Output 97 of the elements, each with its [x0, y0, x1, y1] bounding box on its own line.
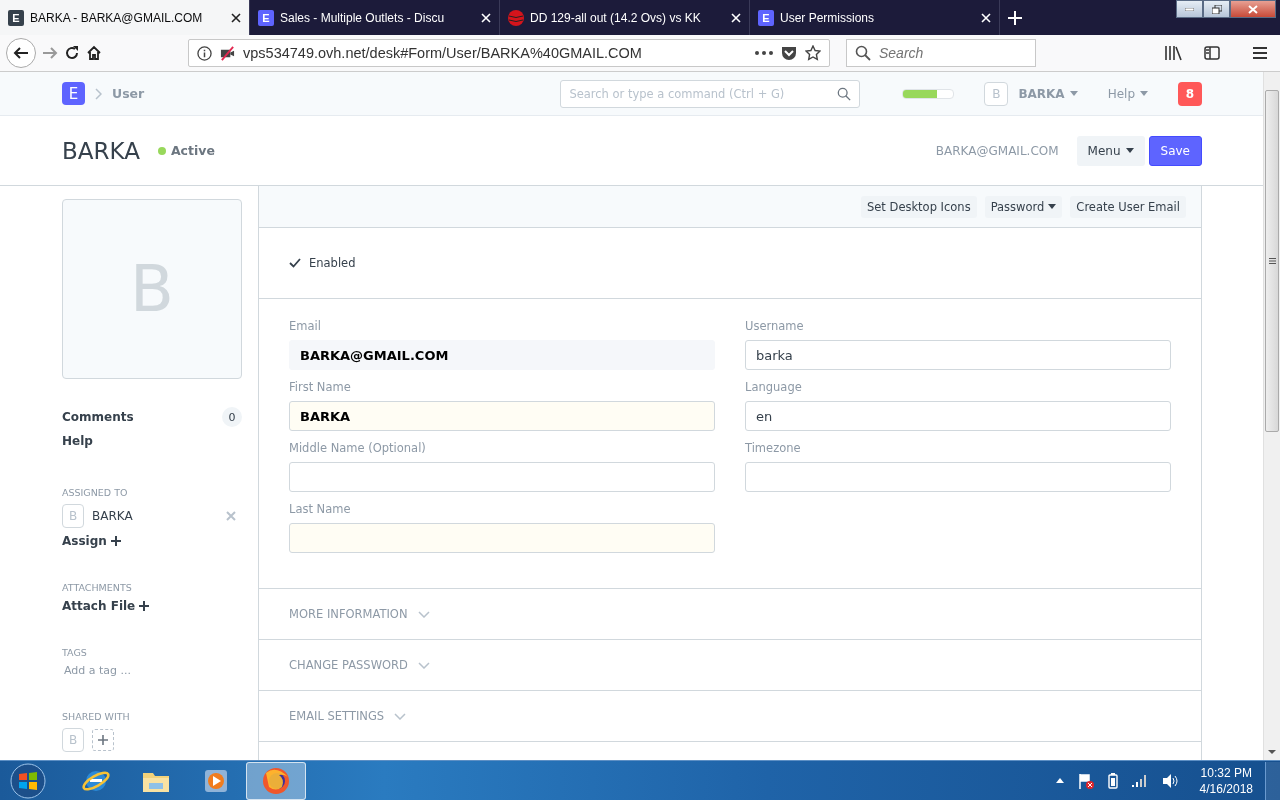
- menu-button[interactable]: Menu: [1076, 135, 1145, 166]
- time-text: 10:32 PM: [1200, 764, 1252, 781]
- chevron-down-icon: [417, 610, 430, 618]
- field-label: First Name: [289, 380, 352, 394]
- search-icon: [855, 45, 871, 61]
- user-email: BARKA@GMAIL.COM: [935, 143, 1059, 158]
- field-label: Username: [745, 319, 805, 333]
- show-desktop-button[interactable]: [1265, 761, 1280, 800]
- add-share-button[interactable]: [92, 729, 114, 751]
- caret-icon: [1125, 148, 1134, 153]
- address-bar[interactable]: vps534749.ovh.net/desk#Form/User/BARKA%40GMAIL.COM: [188, 39, 830, 67]
- menu-icon[interactable]: [1252, 46, 1268, 60]
- down-arrow-icon: [1268, 750, 1276, 754]
- favicon: E: [258, 9, 274, 26]
- chevron-down-icon: [394, 712, 407, 720]
- tab-title: DD 129-all out (14.2 Ovs) vs KK: [530, 10, 702, 25]
- page-title: BARKA: [62, 137, 140, 164]
- more-icon[interactable]: [755, 51, 773, 55]
- reload-icon[interactable]: [64, 45, 80, 61]
- minimize-icon: [1185, 7, 1194, 11]
- app-logo[interactable]: E: [62, 82, 85, 105]
- sidebar-link[interactable]: Help: [62, 434, 93, 448]
- plus-icon: [139, 601, 150, 611]
- caret-icon: [1048, 204, 1057, 209]
- field-label: Email: [289, 319, 322, 333]
- date-text: 4/16/2018: [1199, 780, 1253, 797]
- close-icon[interactable]: [231, 12, 241, 23]
- field-label: Timezone: [745, 441, 802, 455]
- url-text: vps534749.ovh.net/desk#Form/User/BARKA%40GMAIL.COM: [243, 45, 643, 61]
- restore-icon: [1211, 4, 1222, 14]
- minimize-button[interactable]: [1176, 0, 1203, 18]
- sidebar-icon[interactable]: [1204, 45, 1220, 61]
- input-field[interactable]: [745, 462, 1171, 492]
- battery-icon[interactable]: [1107, 772, 1118, 789]
- taskbar-app[interactable]: [246, 761, 306, 800]
- chevron-down-icon: [417, 661, 430, 669]
- back-arrow-icon: [13, 45, 29, 61]
- avatar: B: [62, 728, 84, 752]
- forward-arrow-icon[interactable]: [42, 45, 58, 61]
- chevron-right-icon: [95, 87, 102, 100]
- input-field[interactable]: [289, 462, 715, 492]
- input-field[interactable]: BARKA@GMAIL.COM: [289, 340, 715, 370]
- search-icon: [837, 86, 852, 101]
- sidebar-link[interactable]: Comments: [62, 410, 134, 424]
- home-icon[interactable]: [86, 45, 102, 61]
- field-label: Language: [745, 380, 803, 394]
- maximize-button[interactable]: [1203, 0, 1230, 18]
- section-heading: ATTACHMENTS: [62, 582, 133, 593]
- avatar: B: [62, 504, 84, 528]
- favicon: E: [758, 9, 774, 26]
- save-button[interactable]: Save: [1148, 135, 1202, 166]
- assignee-name: BARKA: [92, 509, 133, 523]
- toolbar-button[interactable]: Create User Email: [1070, 195, 1186, 218]
- input-field[interactable]: [289, 523, 715, 553]
- speaker-icon[interactable]: [1161, 772, 1178, 789]
- toolbar-button[interactable]: Password: [984, 195, 1063, 218]
- flag-icon[interactable]: [1077, 772, 1094, 789]
- pocket-icon[interactable]: [781, 45, 797, 61]
- start-button[interactable]: [10, 762, 46, 799]
- section-heading: TAGS: [62, 647, 88, 658]
- signal-icon[interactable]: [1131, 774, 1148, 787]
- up-arrow-icon[interactable]: [1055, 778, 1064, 783]
- browser-tab[interactable]: E BARKA - BARKA@GMAIL.COM: [0, 0, 250, 35]
- input-field[interactable]: en: [745, 401, 1171, 431]
- tab-title: User Permissions: [780, 10, 876, 25]
- checkbox[interactable]: [289, 258, 301, 268]
- clock[interactable]: 10:32 PM 4/16/2018: [1199, 764, 1253, 797]
- grip-icon: [1268, 258, 1276, 264]
- checkbox-label: Enabled: [309, 256, 356, 270]
- input-field[interactable]: barka: [745, 340, 1171, 370]
- tab-title: Sales - Multiple Outlets - Discu: [280, 10, 446, 25]
- tab-title: BARKA - BARKA@GMAIL.COM: [30, 10, 204, 25]
- section-heading: ASSIGNED TO: [62, 487, 129, 498]
- library-icon[interactable]: [1164, 45, 1182, 61]
- plus-icon: [98, 735, 108, 745]
- new-tab-icon[interactable]: [1008, 10, 1022, 25]
- assign-link[interactable]: Assign: [62, 534, 121, 548]
- attach-file-link[interactable]: Attach File: [62, 599, 150, 613]
- back-button[interactable]: [6, 38, 36, 68]
- toolbar-button[interactable]: Set Desktop Icons: [861, 195, 977, 218]
- status-label: Active: [170, 143, 215, 158]
- caret-icon: [1140, 91, 1148, 96]
- comment-count: 0: [222, 407, 242, 427]
- scrollbar-thumb[interactable]: [1265, 90, 1279, 432]
- search-field[interactable]: Search: [846, 39, 1036, 67]
- star-icon[interactable]: [805, 45, 821, 61]
- blocked-camera-icon[interactable]: [220, 45, 235, 61]
- favicon: E: [8, 9, 24, 26]
- input-field[interactable]: BARKA: [289, 401, 715, 431]
- caret-icon: [1069, 91, 1078, 96]
- info-icon[interactable]: [197, 45, 212, 61]
- close-button[interactable]: [1230, 0, 1276, 18]
- close-icon: [1248, 4, 1258, 14]
- section-heading: SHARED WITH: [62, 711, 131, 722]
- field-label: Last Name: [289, 502, 352, 516]
- field-label: Middle Name (Optional): [289, 441, 427, 455]
- plus-icon: [110, 536, 121, 546]
